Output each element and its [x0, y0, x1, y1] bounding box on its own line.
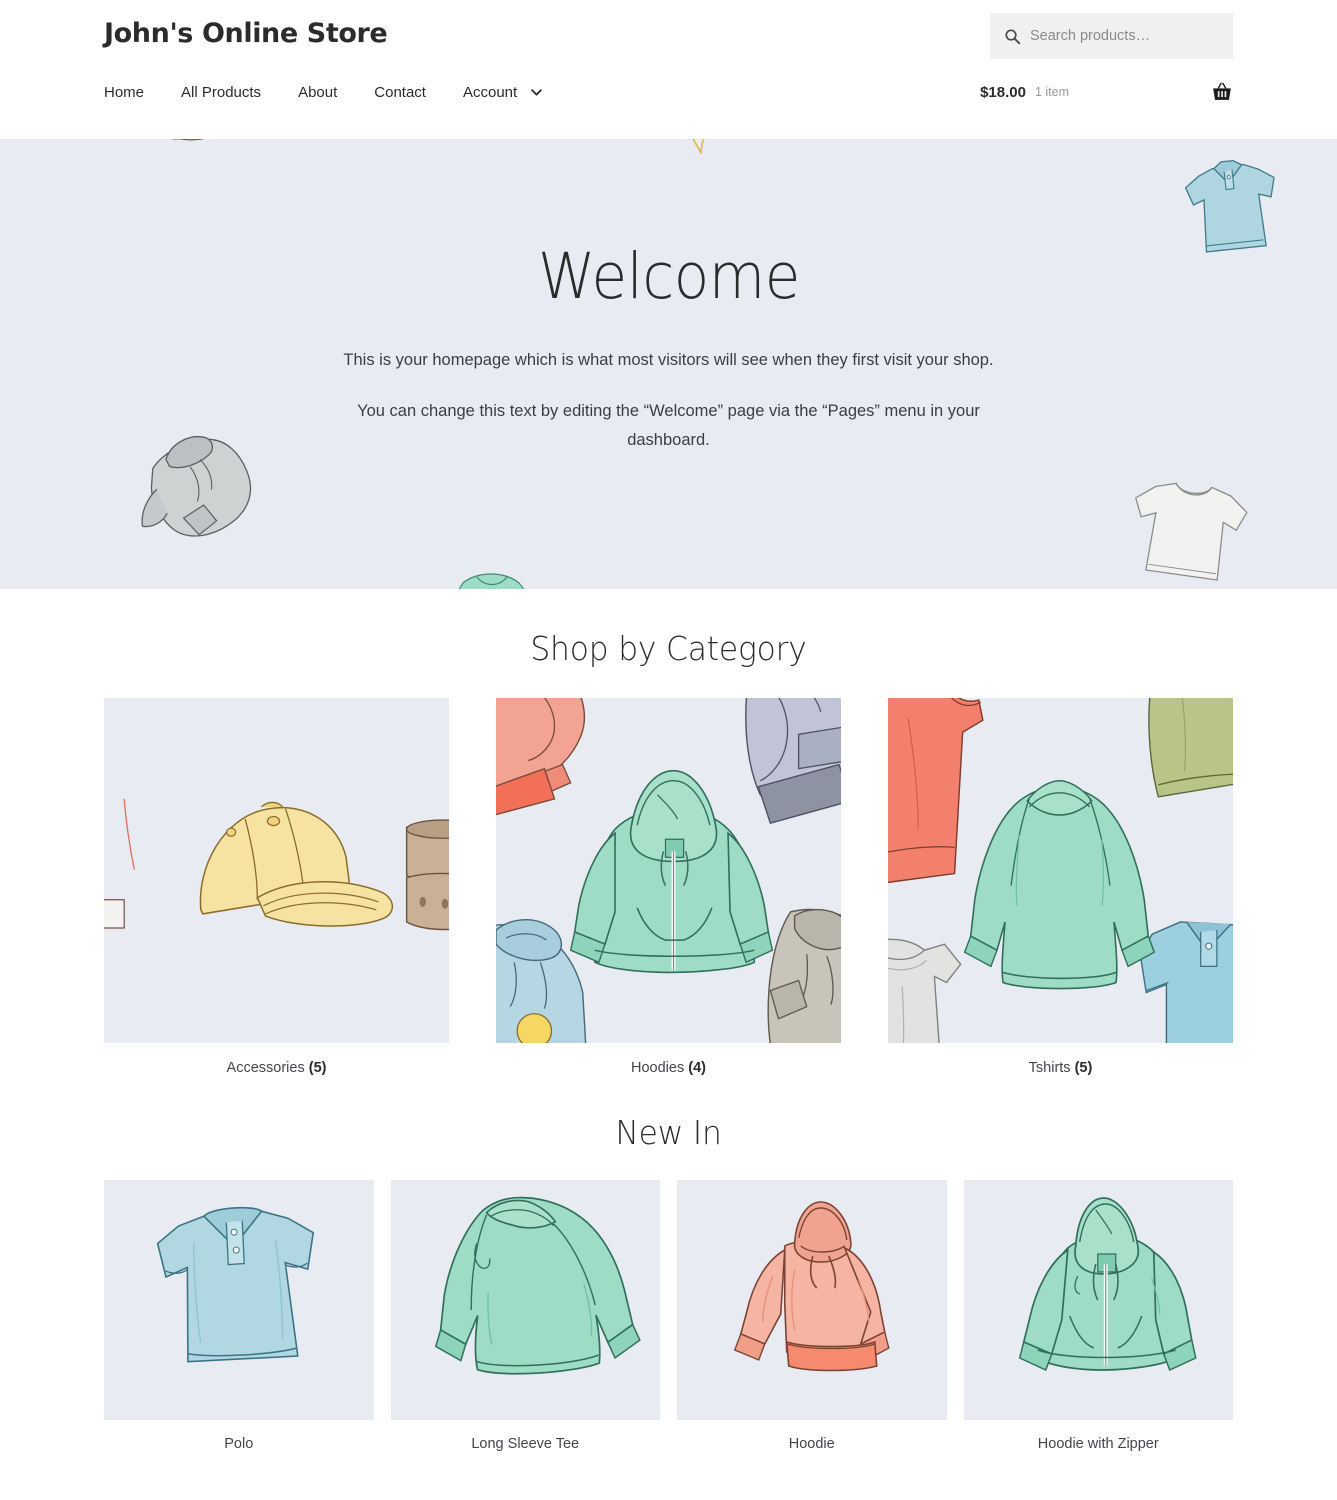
nav-label: Home: [104, 83, 145, 101]
main-navigation: Home All Products About Contact Account: [104, 84, 542, 101]
mint-tee-decoration: [443, 567, 538, 589]
cart-item-count: 1 item: [1034, 85, 1069, 99]
nav-item-all-products[interactable]: All Products: [181, 84, 261, 101]
category-card-hoodies[interactable]: Hoodies (4): [496, 698, 841, 1076]
search-icon: [1004, 28, 1021, 45]
long-sleeve-tee-collage-illustration[interactable]: [888, 698, 1233, 1043]
nav-item-home[interactable]: Home: [104, 84, 144, 101]
search-box[interactable]: [990, 13, 1233, 59]
product-card-long-sleeve-tee[interactable]: Long Sleeve Tee: [390, 1180, 660, 1452]
category-name: Tshirts: [1028, 1060, 1071, 1076]
coral-pullover-hoodie-illustration[interactable]: [677, 1180, 947, 1420]
nav-label: All Products: [181, 83, 262, 101]
hero-paragraph-1: This is your homepage which is what most…: [343, 351, 994, 370]
category-name: Accessories: [226, 1060, 305, 1076]
category-name: Hoodies: [631, 1060, 685, 1076]
hero-content: Welcome This is your homepage which is w…: [309, 139, 1029, 455]
search-input[interactable]: [1030, 28, 1219, 44]
zip-hoodie-collage-illustration[interactable]: [496, 698, 841, 1043]
nav-item-contact[interactable]: Contact: [374, 84, 426, 101]
category-card-accessories[interactable]: Accessories (5): [104, 698, 449, 1076]
header-top-row: John's Online Store: [104, 0, 1233, 59]
categories-title-wrap: Shop by Category: [104, 589, 1233, 698]
cart-total: $18.00: [980, 83, 1026, 101]
new-in-title: New In: [615, 1113, 722, 1152]
product-name-polo: Polo: [224, 1436, 254, 1452]
category-label-accessories: Accessories (5): [104, 1043, 449, 1076]
product-name-long-sleeve-tee: Long Sleeve Tee: [471, 1436, 580, 1452]
product-name-hoodie-with-zipper: Hoodie with Zipper: [1037, 1436, 1159, 1452]
hero-paragraph-2: You can change this text by editing the …: [357, 402, 980, 449]
product-card-hoodie-with-zipper[interactable]: Hoodie with Zipper: [963, 1180, 1233, 1452]
category-count: (4): [688, 1060, 706, 1076]
categories-title: Shop by Category: [530, 629, 807, 668]
page-title: Welcome: [537, 240, 800, 313]
header-bottom-row: Home All Products About Contact Account: [104, 81, 1233, 103]
category-card-tshirts[interactable]: Tshirts (5): [888, 698, 1233, 1076]
mint-long-sleeve-tee-illustration[interactable]: [390, 1180, 660, 1420]
product-card-hoodie[interactable]: Hoodie: [677, 1180, 947, 1452]
gray-hoodie-decoration: [122, 424, 282, 554]
white-tshirt-decoration: [1120, 474, 1265, 584]
blue-polo-decoration: [1180, 153, 1285, 263]
categories-grid: Accessories (5) Hoodies (4) Tshirts (5): [104, 698, 1233, 1076]
hero-banner: Welcome This is your homepage which is w…: [0, 139, 1337, 589]
shopping-basket-icon[interactable]: [1211, 81, 1233, 103]
nav-item-account[interactable]: Account: [463, 84, 542, 101]
new-in-section: New In Polo Long Sleeve Tee Hoodie Hoodi…: [0, 1076, 1337, 1462]
store-homepage: John's Online Store Home All Products: [0, 0, 1337, 1462]
site-title[interactable]: John's Online Store: [104, 10, 388, 50]
cart-summary[interactable]: $18.00 1 item: [980, 81, 1233, 103]
category-count: (5): [308, 1060, 327, 1076]
new-in-title-wrap: New In: [104, 1076, 1233, 1180]
mint-zip-hoodie-illustration[interactable]: [963, 1180, 1233, 1420]
nav-item-about[interactable]: About: [298, 84, 337, 101]
light-blue-polo-illustration[interactable]: [104, 1180, 374, 1420]
nav-label: Account: [462, 83, 518, 101]
beanie-cap-belt-illustration[interactable]: [104, 698, 449, 1043]
product-name-hoodie: Hoodie: [788, 1436, 835, 1452]
categories-section: Shop by Category Accessories (5) Hoodies…: [0, 589, 1337, 1076]
chevron-down-icon: [531, 88, 542, 96]
nav-label: About: [298, 83, 338, 101]
nav-label: Contact: [374, 83, 426, 101]
site-header: John's Online Store Home All Products: [0, 0, 1337, 139]
product-card-polo[interactable]: Polo: [104, 1180, 374, 1452]
category-label-tshirts: Tshirts (5): [888, 1043, 1233, 1076]
new-in-grid: Polo Long Sleeve Tee Hoodie Hoodie with …: [104, 1180, 1233, 1462]
coral-hoodie-decoration: [95, 139, 245, 197]
category-label-hoodies: Hoodies (4): [496, 1043, 841, 1076]
category-count: (5): [1074, 1060, 1093, 1076]
